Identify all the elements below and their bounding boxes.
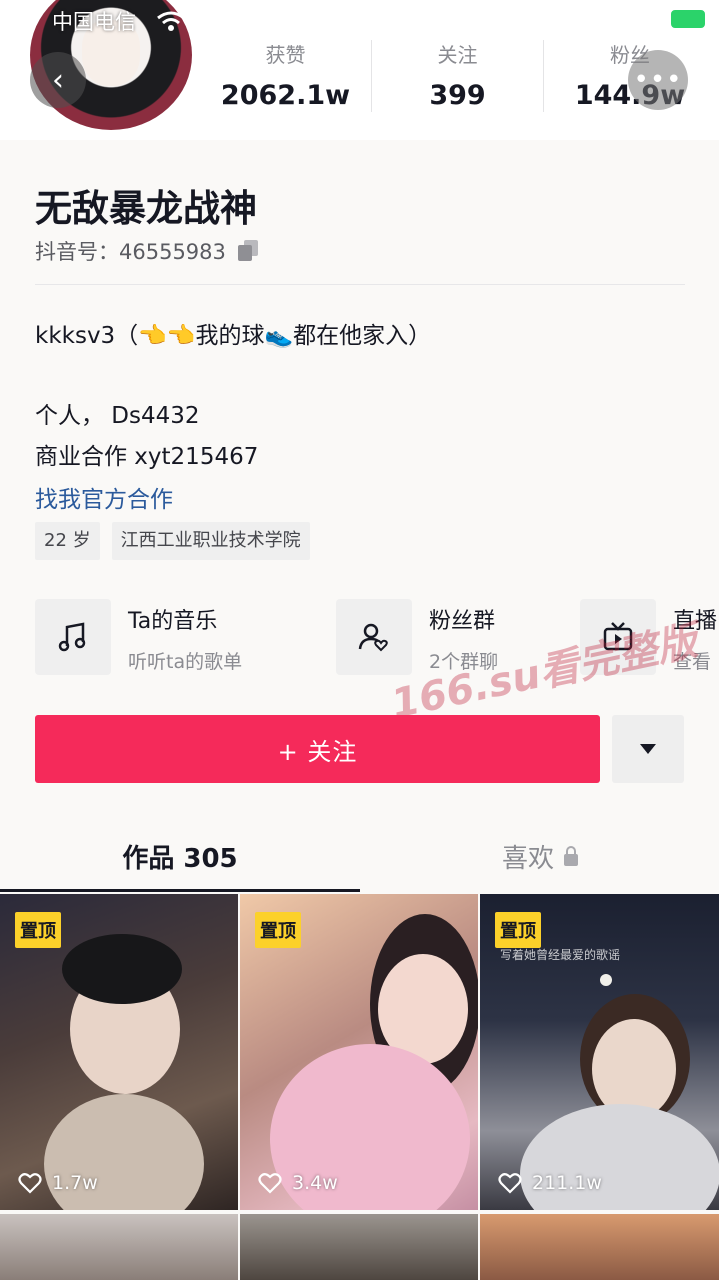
divider xyxy=(35,284,685,285)
wifi-icon xyxy=(157,11,185,31)
like-count: 211.1w xyxy=(498,1172,602,1194)
more-dots-icon: ••• xyxy=(633,65,683,95)
moon-shape xyxy=(600,974,612,986)
content-tabs: 作品 305 喜欢 xyxy=(0,820,719,892)
tab-likes[interactable]: 喜欢 xyxy=(360,820,719,892)
caret-down-icon xyxy=(640,744,656,754)
video-tile[interactable]: 置顶 1.7w xyxy=(0,894,238,1210)
chevron-left-icon: ‹ xyxy=(52,62,64,98)
stat-label: 获赞 xyxy=(265,43,306,67)
profile-body: 无敌暴龙战神 抖音号：46555983 kkksv3（👈👈我的球👟都在他家入） … xyxy=(0,140,719,1280)
heart-icon xyxy=(18,1173,42,1194)
music-note-icon xyxy=(35,599,111,675)
video-tile[interactable] xyxy=(240,1214,478,1280)
bio-line: 个人， Ds4432 xyxy=(35,403,200,429)
stat-following[interactable]: 关注 399 xyxy=(372,40,544,112)
video-tile[interactable] xyxy=(480,1214,719,1280)
tab-works[interactable]: 作品 305 xyxy=(0,820,360,892)
card-title: Ta的音乐 xyxy=(128,609,218,634)
more-button[interactable]: ••• xyxy=(628,50,688,110)
heart-icon xyxy=(498,1173,522,1194)
age-tag: 22 岁 xyxy=(35,522,100,560)
lock-icon xyxy=(564,846,578,866)
stat-likes[interactable]: 获赞 2062.1w xyxy=(200,40,372,112)
status-bar: 中国电信 xyxy=(0,0,719,40)
follow-button[interactable]: + 关注 xyxy=(35,715,600,783)
profile-name: 无敌暴龙战神 xyxy=(35,187,257,230)
video-caption: 写着她曾经最爱的歌谣 xyxy=(500,948,621,962)
music-card[interactable]: Ta的音乐 听听ta的歌单 xyxy=(35,599,242,677)
video-grid: 置顶 1.7w 置顶 3.4w 写着她曾经最爱的歌谣 置顶 211.1w xyxy=(0,894,719,1280)
like-count: 1.7w xyxy=(18,1172,98,1194)
douyin-id-text: 抖音号：46555983 xyxy=(35,240,226,264)
tab-label: 作品 305 xyxy=(122,843,238,874)
like-count: 3.4w xyxy=(258,1172,338,1194)
school-tag[interactable]: 江西工业职业技术学院 xyxy=(111,522,310,560)
stat-label: 关注 xyxy=(437,43,478,67)
back-button[interactable]: ‹ xyxy=(30,52,86,108)
stat-value: 399 xyxy=(429,80,486,111)
recommend-dropdown-button[interactable] xyxy=(612,715,684,783)
carrier-label: 中国电信 xyxy=(52,10,136,34)
video-tile[interactable]: 置顶 3.4w xyxy=(240,894,478,1210)
like-count-text: 1.7w xyxy=(52,1172,98,1194)
bio-line: kkksv3（👈👈我的球👟都在他家入） xyxy=(35,323,432,349)
battery-icon xyxy=(671,10,705,28)
tab-label: 喜欢 xyxy=(501,843,554,874)
copy-icon[interactable] xyxy=(237,240,260,262)
official-cooperation-link[interactable]: 找我官方合作 xyxy=(35,480,173,514)
pinned-badge: 置顶 xyxy=(15,912,61,948)
stat-value: 2062.1w xyxy=(220,80,351,111)
stat-label: 粉丝 xyxy=(610,43,650,67)
fan-group-icon xyxy=(336,599,412,675)
profile-tags: 22 岁 江西工业职业技术学院 xyxy=(35,522,322,560)
video-tile[interactable] xyxy=(0,1214,238,1280)
heart-icon xyxy=(258,1173,282,1194)
card-title: 粉丝群 xyxy=(429,609,496,634)
douyin-id[interactable]: 抖音号：46555983 xyxy=(35,236,260,266)
like-count-text: 211.1w xyxy=(532,1172,602,1194)
pinned-badge: 置顶 xyxy=(255,912,301,948)
pinned-badge: 置顶 xyxy=(495,912,541,948)
bio-line: 商业合作 xyt215467 xyxy=(35,444,259,470)
like-count-text: 3.4w xyxy=(292,1172,338,1194)
video-tile[interactable]: 写着她曾经最爱的歌谣 置顶 211.1w xyxy=(480,894,719,1210)
card-subtitle: 听听ta的歌单 xyxy=(128,651,243,673)
